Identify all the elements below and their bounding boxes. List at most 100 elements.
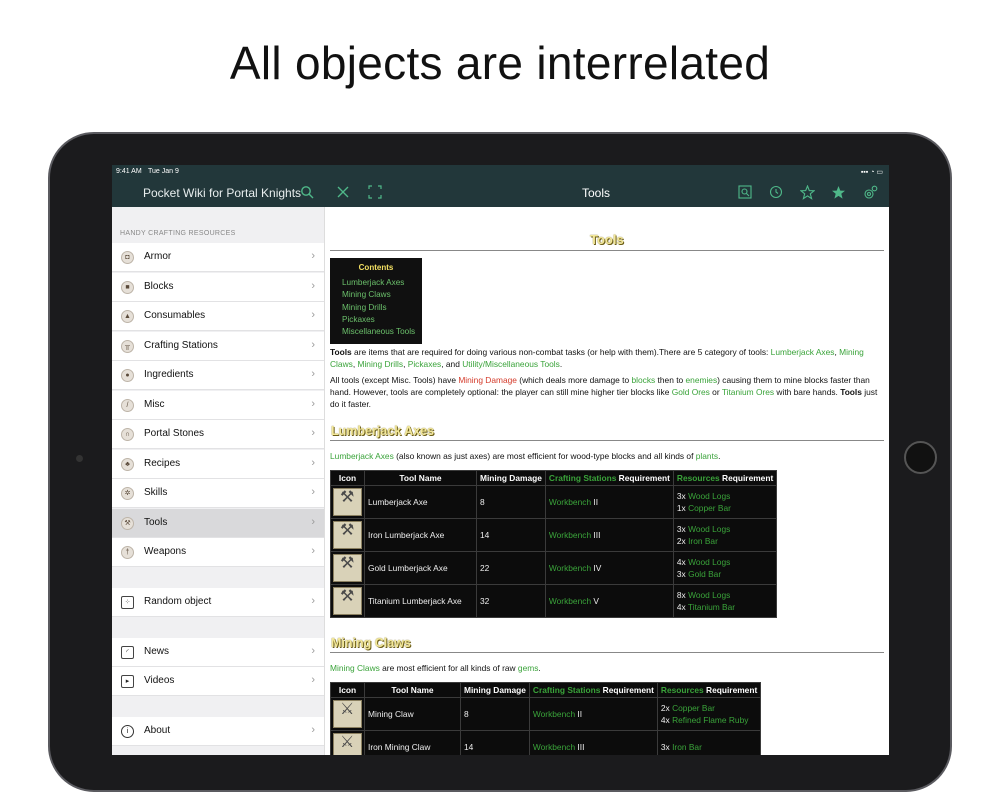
sidebar-item-videos[interactable]: ▸ Videos › [112,667,324,696]
link-workbench[interactable]: Workbench [549,563,591,573]
resource-link[interactable]: Iron Bar [688,536,718,546]
link-workbench[interactable]: Workbench [549,497,591,507]
resource-link[interactable]: Copper Bar [672,703,715,713]
favorites-star-icon[interactable] [830,185,846,201]
sidebar-item-random-object[interactable]: ⁘ Random object › [112,588,324,617]
text: Requirement [616,473,670,483]
sidebar-item-misc[interactable]: / Misc › [112,391,324,420]
quantity: 3x [660,742,673,752]
tool-name-link[interactable]: Lumberjack Axe [364,485,477,519]
chevron-right-icon: › [311,724,315,736]
status-bar: 9:41 AM Tue Jan 9 ▪▪▪ ◔ ▭ [112,165,889,179]
resource-link[interactable]: Titanium Bar [688,602,735,612]
link-crafting-stations[interactable]: Crafting Stations [533,685,600,695]
toc-link[interactable]: Lumberjack Axes [342,277,422,289]
toc-link[interactable]: Mining Claws [342,289,422,301]
link-mining-claws[interactable]: Mining Claws [330,663,380,673]
text: . [718,451,721,461]
search-icon[interactable] [299,185,315,201]
quantity: 8x [676,590,689,600]
find-in-page-icon[interactable] [737,185,753,201]
tool-name-link[interactable]: Gold Lumberjack Axe [364,551,477,585]
close-icon[interactable] [335,185,351,201]
link-titanium-ores[interactable]: Titanium Ores [722,387,774,397]
home-button[interactable] [904,441,937,474]
sidebar-item-about[interactable]: i About › [112,717,324,746]
sidebar-item-portal-stones[interactable]: ∩ Portal Stones › [112,420,324,449]
column-header: Tool Name [364,682,461,698]
chevron-right-icon: › [311,309,315,321]
toc-link[interactable]: Mining Drills [342,302,422,314]
sidebar-item-news[interactable]: ◜ News › [112,638,324,667]
resource-link[interactable]: Wood Logs [688,590,730,600]
text: , and [441,359,463,369]
tier-text: III [591,530,601,540]
chevron-right-icon: › [311,486,315,498]
icon-cell: ⚒ [330,584,365,618]
toc-title: Contents [358,263,394,272]
sidebar-item-label: Weapons [144,546,187,557]
quantity: 1x [676,503,689,513]
tool-name-link[interactable]: Iron Mining Claw [364,730,461,755]
link-enemies[interactable]: enemies [686,375,718,385]
resource-link[interactable]: Wood Logs [688,557,730,567]
quantity: 3x [676,569,689,579]
station-cell: Workbench IV [544,551,674,585]
link-blocks[interactable]: blocks [631,375,655,385]
resource-link[interactable]: Copper Bar [688,503,731,513]
sidebar-item-blocks[interactable]: ■ Blocks › [112,273,324,302]
link-mining-drills[interactable]: Mining Drills [357,359,403,369]
resource-link[interactable]: Gold Bar [688,569,721,579]
link-lumberjack-axes[interactable]: Lumberjack Axes [771,347,835,357]
link-gold-ores[interactable]: Gold Ores [672,387,710,397]
resource-link[interactable]: Iron Bar [672,742,702,752]
link-resources[interactable]: Resources [661,685,704,695]
resource-link[interactable]: Wood Logs [688,524,730,534]
link-workbench[interactable]: Workbench [549,530,591,540]
chevron-right-icon: › [311,427,315,439]
link-mining-damage[interactable]: Mining Damage [458,375,517,385]
link-crafting-stations[interactable]: Crafting Stations [549,473,616,483]
link-workbench[interactable]: Workbench [549,596,591,606]
link-lumberjack-axes[interactable]: Lumberjack Axes [330,451,394,461]
sidebar-item-label: Consumables [144,310,206,321]
claw-icon: ⚔ [333,700,362,728]
sidebar-item-weapons[interactable]: † Weapons › [112,538,324,567]
sidebar-item-label: About [144,725,171,736]
tool-name-link[interactable]: Titanium Lumberjack Axe [364,584,477,618]
section-header: HANDY CRAFTING RESOURCES [120,230,236,237]
link-workbench[interactable]: Workbench [533,709,575,719]
toc-link[interactable]: Miscellaneous Tools [342,326,422,338]
toc-link[interactable]: Pickaxes [342,314,422,326]
mining-damage-cell: 14 [476,518,546,552]
link-workbench[interactable]: Workbench [533,742,575,752]
tool-name-link[interactable]: Iron Lumberjack Axe [364,518,477,552]
text: . [538,663,541,673]
resource-link[interactable]: Wood Logs [688,491,730,501]
tier-text: III [575,742,585,752]
bookmark-star-icon[interactable] [799,184,815,201]
sidebar-item-ingredients[interactable]: ● Ingredients › [112,361,324,390]
tool-name-link[interactable]: Mining Claw [364,697,461,731]
history-icon[interactable] [768,185,784,201]
link-pickaxes[interactable]: Pickaxes [408,359,442,369]
sidebar-item-consumables[interactable]: ▲ Consumables › [112,302,324,331]
fullscreen-icon[interactable] [367,185,383,201]
settings-gear-icon[interactable] [862,185,878,201]
link-resources[interactable]: Resources [677,473,720,483]
sidebar-item-recipes[interactable]: ♣ Recipes › [112,450,324,479]
table-row: ⚔ Iron Mining Claw 14 Workbench III 3x I… [330,730,762,755]
link-gems[interactable]: gems [518,663,538,673]
column-header: Icon [330,682,365,698]
resource-link[interactable]: Refined Flame Ruby [672,715,748,725]
sidebar-item-label: Armor [144,251,172,262]
link-utility-tools[interactable]: Utility/Miscellaneous Tools [462,359,560,369]
armor-icon: ◘ [121,251,134,264]
sidebar-item-crafting-stations[interactable]: ╥ Crafting Stations › [112,332,324,361]
sidebar-item-tools[interactable]: ⚒ Tools › [112,509,324,538]
link-plants[interactable]: plants [696,451,718,461]
sidebar-item-skills[interactable]: ✲ Skills › [112,479,324,508]
sidebar-item-armor[interactable]: ◘ Armor › [112,243,324,272]
station-cell: Workbench V [544,584,674,618]
tier-text: IV [591,563,602,573]
